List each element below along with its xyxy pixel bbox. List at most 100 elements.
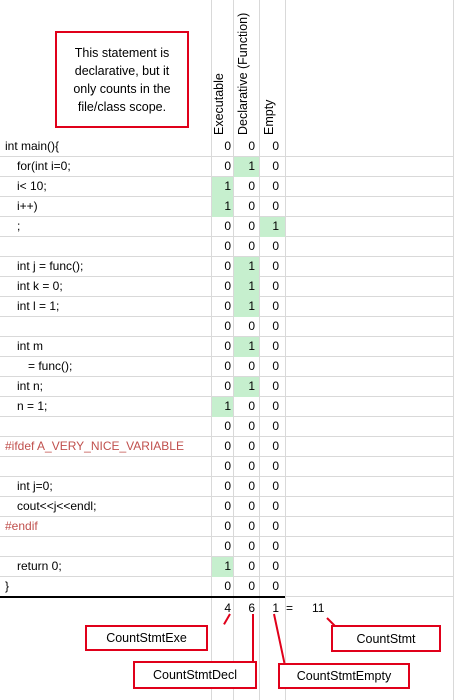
code-line: int j = func(); <box>17 259 84 273</box>
cell-empty: 0 <box>272 459 279 473</box>
table-row: int j=0; 0 0 0 <box>0 477 454 497</box>
cell-empty: 0 <box>272 239 279 253</box>
total-declarative: 6 <box>248 601 255 615</box>
label-count-stmt-text: CountStmt <box>356 631 416 646</box>
cell-executable: 0 <box>224 519 231 533</box>
cell-executable: 1 <box>224 199 231 213</box>
cell-empty: 0 <box>272 539 279 553</box>
cell-empty: 0 <box>272 379 279 393</box>
cell-executable: 0 <box>224 539 231 553</box>
note-callout: This statement is declarative, but it on… <box>55 31 189 128</box>
table-row: cout<<j<<endl; 0 0 0 <box>0 497 454 517</box>
cell-executable: 0 <box>224 339 231 353</box>
cell-executable: 0 <box>224 479 231 493</box>
header-declarative-label: Declarative (Function) <box>236 12 250 135</box>
cell-executable: 0 <box>224 439 231 453</box>
cell-executable: 0 <box>224 459 231 473</box>
cell-executable: 0 <box>224 359 231 373</box>
equals-sign: = <box>286 601 294 615</box>
cell-declarative: 0 <box>248 359 255 373</box>
cell-executable: 0 <box>224 379 231 393</box>
cell-executable: 0 <box>224 159 231 173</box>
table-row: for(int i=0; 0 1 0 <box>0 157 454 177</box>
cell-empty: 0 <box>272 159 279 173</box>
header-empty: Empty <box>262 10 280 135</box>
code-line: #endif <box>5 519 38 533</box>
cell-empty: 0 <box>272 559 279 573</box>
table-row: return 0; 1 0 0 <box>0 557 454 577</box>
total-statements: 11 <box>312 601 325 615</box>
cell-executable: 1 <box>224 399 231 413</box>
code-line: int l = 1; <box>17 299 60 313</box>
cell-executable: 0 <box>224 219 231 233</box>
cell-empty: 0 <box>272 339 279 353</box>
cell-declarative: 1 <box>248 339 255 353</box>
cell-declarative: 0 <box>248 499 255 513</box>
cell-declarative: 0 <box>248 399 255 413</box>
table-row: 0 0 0 <box>0 237 454 257</box>
cell-executable: 1 <box>224 559 231 573</box>
label-count-stmt-empty-text: CountStmtEmpty <box>296 669 392 683</box>
table-row: int j = func(); 0 1 0 <box>0 257 454 277</box>
cell-empty: 0 <box>272 439 279 453</box>
code-line: cout<<j<<endl; <box>17 499 97 513</box>
table-row: #endif 0 0 0 <box>0 517 454 537</box>
cell-declarative: 1 <box>248 159 255 173</box>
cell-executable: 0 <box>224 139 231 153</box>
label-count-stmt-empty: CountStmtEmpty <box>278 663 410 689</box>
label-count-stmt: CountStmt <box>331 625 441 652</box>
label-count-stmt-decl: CountStmtDecl <box>133 661 257 689</box>
table-row: int main(){0 0 0 <box>0 137 454 157</box>
total-empty: 1 <box>272 601 279 615</box>
cell-empty: 0 <box>272 199 279 213</box>
header-declarative: Declarative (Function) <box>236 10 254 135</box>
cell-empty: 0 <box>272 259 279 273</box>
cell-empty: 0 <box>272 359 279 373</box>
code-line: n = 1; <box>17 399 48 413</box>
cell-declarative: 0 <box>248 459 255 473</box>
cell-declarative: 0 <box>248 439 255 453</box>
table-row: ; 0 0 1 <box>0 217 454 237</box>
cell-declarative: 0 <box>248 179 255 193</box>
cell-empty: 0 <box>272 499 279 513</box>
cell-declarative: 1 <box>248 299 255 313</box>
code-line: for(int i=0; <box>17 159 71 173</box>
cell-declarative: 0 <box>248 239 255 253</box>
code-line: int j=0; <box>17 479 53 493</box>
table-row: 0 0 0 <box>0 417 454 437</box>
cell-empty: 0 <box>272 139 279 153</box>
cell-empty: 1 <box>272 219 279 233</box>
header-executable-label: Executable <box>212 73 226 135</box>
table-row: i++) 1 0 0 <box>0 197 454 217</box>
cell-executable: 0 <box>224 419 231 433</box>
cell-declarative: 0 <box>248 199 255 213</box>
code-line: int n; <box>17 379 44 393</box>
code-line: = func(); <box>28 359 73 373</box>
table-row: = func(); 0 0 0 <box>0 357 454 377</box>
table-row: int k = 0; 0 1 0 <box>0 277 454 297</box>
cell-empty: 0 <box>272 179 279 193</box>
cell-empty: 0 <box>272 419 279 433</box>
cell-empty: 0 <box>272 479 279 493</box>
cell-declarative: 0 <box>248 559 255 573</box>
cell-declarative: 0 <box>248 319 255 333</box>
table-row: 0 0 0 <box>0 537 454 557</box>
table-row: n = 1; 1 0 0 <box>0 397 454 417</box>
header-executable: Executable <box>212 10 230 135</box>
code-line: i< 10; <box>17 179 47 193</box>
header-empty-label: Empty <box>262 99 276 135</box>
cell-executable: 0 <box>224 259 231 273</box>
label-count-stmt-exe: CountStmtExe <box>85 625 208 651</box>
cell-empty: 0 <box>272 579 279 593</box>
table-row: 0 0 0 <box>0 317 454 337</box>
table-row: } 0 0 0 <box>0 577 454 597</box>
table-row: i< 10; 1 0 0 <box>0 177 454 197</box>
cell-declarative: 0 <box>248 579 255 593</box>
table-row: 0 0 0 <box>0 457 454 477</box>
cell-empty: 0 <box>272 279 279 293</box>
cell-declarative: 0 <box>248 219 255 233</box>
cell-declarative: 0 <box>248 419 255 433</box>
label-count-stmt-decl-text: CountStmtDecl <box>152 668 238 682</box>
cell-declarative: 1 <box>248 379 255 393</box>
cell-declarative: 0 <box>248 519 255 533</box>
